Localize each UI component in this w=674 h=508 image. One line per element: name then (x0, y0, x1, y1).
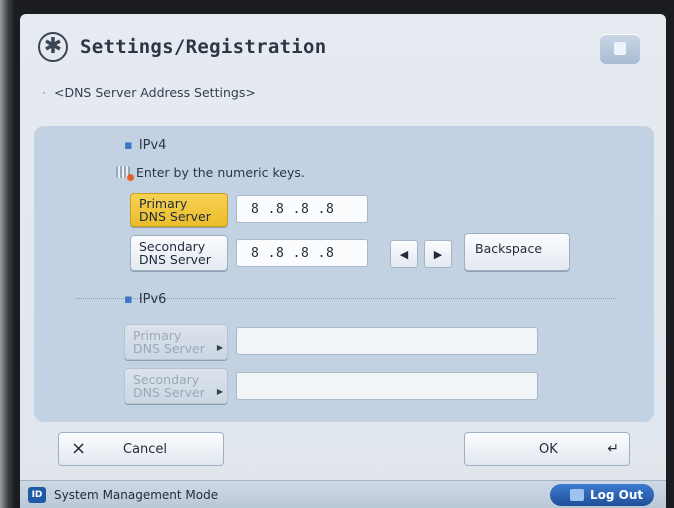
ok-label: OK (539, 442, 558, 457)
ipv6-label-text: IPv6 (138, 292, 167, 307)
label-line2: DNS Server (139, 252, 211, 267)
status-bar: ID System Management Mode Log Out (20, 480, 666, 508)
subtitle-dot: · (42, 85, 46, 100)
chevron-right-icon: ▶ (216, 387, 223, 396)
ipv4-primary-dns-field[interactable]: 8 .8 .8 .8 (236, 195, 368, 223)
ipv6-section-label: ▪ IPv6 (124, 292, 166, 307)
cancel-label: Cancel (123, 442, 168, 457)
chevron-right-icon: ▶ (216, 343, 223, 352)
status-mode-text: System Management Mode (54, 488, 219, 502)
ipv4-primary-dns-label: Primary DNS Server (139, 197, 211, 223)
ok-button[interactable]: OK ↵ (464, 432, 630, 466)
ipv6-primary-dns-button[interactable]: Primary DNS Server ▶ (124, 324, 228, 360)
backspace-label: Backspace (475, 241, 543, 256)
ipv4-secondary-dns-button[interactable]: Secondary DNS Server (130, 235, 228, 271)
ipv4-secondary-dns-label: Secondary DNS Server (139, 240, 211, 266)
close-icon: × (71, 438, 87, 459)
breadcrumb: · <DNS Server Address Settings> (42, 85, 256, 100)
numeric-keys-icon (116, 166, 134, 181)
page-title: Settings/Registration (80, 36, 327, 58)
hint-text: Enter by the numeric keys. (136, 165, 305, 180)
logout-icon (570, 489, 584, 501)
cursor-right-button[interactable]: ▶ (424, 240, 452, 268)
touch-screen: ✱ Settings/Registration · <DNS Server Add… (20, 14, 666, 508)
id-icon: ID (28, 487, 46, 503)
ipv6-secondary-dns-button[interactable]: Secondary DNS Server ▶ (124, 368, 228, 404)
label-line2: DNS Server (139, 209, 211, 224)
subtitle-text: <DNS Server Address Settings> (53, 85, 256, 100)
logout-button[interactable]: Log Out (550, 484, 654, 506)
cube-icon (614, 42, 626, 55)
counter-check-button[interactable] (600, 34, 640, 64)
bullet-icon: ▪ (124, 292, 133, 307)
logout-label: Log Out (590, 488, 644, 502)
ipv6-secondary-dns-label: Secondary DNS Server (133, 373, 205, 399)
label-line2: DNS Server (133, 385, 205, 400)
enter-icon: ↵ (607, 441, 619, 457)
backspace-button[interactable]: Backspace (464, 233, 570, 271)
ipv6-primary-dns-label: Primary DNS Server (133, 329, 205, 355)
numeric-keys-hint: Enter by the numeric keys. (116, 165, 305, 181)
ipv4-primary-dns-button[interactable]: Primary DNS Server (130, 193, 228, 227)
ipv6-secondary-dns-field[interactable] (236, 372, 538, 400)
title-bar: ✱ Settings/Registration (20, 14, 666, 84)
settings-star-icon: ✱ (38, 32, 68, 62)
bullet-icon: ▪ (124, 138, 133, 153)
ipv4-section-label: ▪ IPv4 (124, 138, 166, 153)
label-line2: DNS Server (133, 341, 205, 356)
ipv4-label-text: IPv4 (138, 138, 167, 153)
ipv6-primary-dns-field[interactable] (236, 327, 538, 355)
cursor-left-button[interactable]: ◀ (390, 240, 418, 268)
device-bezel (0, 0, 14, 508)
ipv4-secondary-dns-field[interactable]: 8 .8 .8 .8 (236, 239, 368, 267)
cancel-button[interactable]: × Cancel (58, 432, 224, 466)
